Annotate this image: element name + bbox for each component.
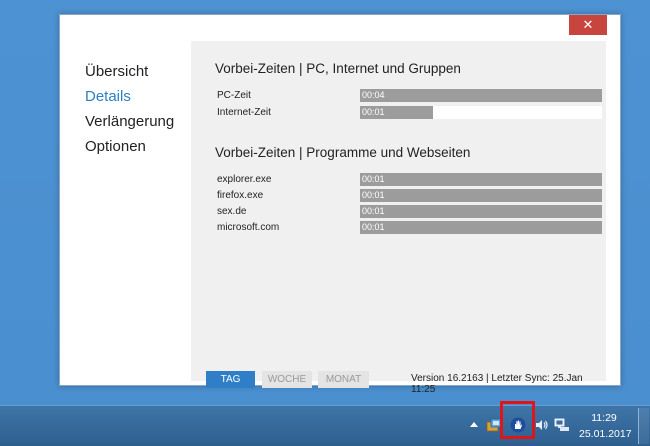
tab-day-button[interactable]: TAG: [206, 371, 255, 388]
nav-item-verlaengerung[interactable]: Verlängerung: [85, 109, 205, 134]
app-window: ✕ Übersicht Details Verlängerung Optione…: [59, 14, 621, 395]
row-label: Internet-Zeit: [217, 107, 271, 118]
usage-bar: 00:01: [360, 106, 602, 119]
row-label: firefox.exe: [217, 190, 264, 201]
show-hidden-icons-arrow-icon[interactable]: [470, 422, 478, 427]
row-label: sex.de: [217, 206, 247, 217]
usage-row-sex-de: sex.de 00:01: [217, 205, 602, 218]
clock-date[interactable]: 25.01.2017: [579, 428, 632, 440]
clock-time[interactable]: 11:29: [582, 412, 626, 424]
sidebar-nav: Übersicht Details Verlängerung Optionen: [85, 59, 205, 159]
tab-month-button[interactable]: MONAT: [318, 371, 369, 388]
bar-value: 00:01: [362, 190, 385, 200]
bar-value: 00:01: [362, 206, 385, 216]
usage-row-pc-time: PC-Zeit 00:04: [217, 89, 602, 102]
nav-item-optionen[interactable]: Optionen: [85, 134, 205, 159]
usage-bar: 00:01: [360, 189, 602, 202]
usage-bar: 00:04: [360, 89, 602, 102]
details-panel: Vorbei-Zeiten | PC, Internet und Gruppen…: [191, 41, 606, 395]
version-sync-info: Version 16.2163 | Letzter Sync: 25.Jan 1…: [411, 373, 583, 395]
speaker-icon[interactable]: [535, 418, 549, 437]
row-label: microsoft.com: [217, 222, 280, 233]
taskbar: 11:29 25.01.2017: [0, 405, 650, 446]
usage-bar: 00:01: [360, 205, 602, 218]
usage-row-internet-time: Internet-Zeit 00:01: [217, 106, 602, 119]
usage-row-firefox: firefox.exe 00:01: [217, 189, 602, 202]
highlight-annotation: [500, 401, 535, 439]
bar-value: 00:01: [362, 107, 385, 117]
tab-week-button[interactable]: WOCHE: [262, 371, 312, 388]
bar-value: 00:04: [362, 90, 385, 100]
close-button[interactable]: ✕: [569, 15, 607, 35]
row-label: explorer.exe: [217, 174, 272, 185]
usage-bar: 00:01: [360, 173, 602, 186]
usage-bar: 00:01: [360, 221, 602, 234]
section-title-programs: Vorbei-Zeiten | Programme und Webseiten: [215, 145, 471, 160]
show-desktop-button[interactable]: [638, 408, 649, 444]
row-label: PC-Zeit: [217, 90, 251, 101]
section-title-pc: Vorbei-Zeiten | PC, Internet und Gruppen: [215, 61, 461, 76]
bar-value: 00:01: [362, 222, 385, 232]
nav-item-uebersicht[interactable]: Übersicht: [85, 59, 205, 84]
usage-row-explorer: explorer.exe 00:01: [217, 173, 602, 186]
nav-item-details[interactable]: Details: [85, 84, 205, 109]
usage-row-microsoft: microsoft.com 00:01: [217, 221, 602, 234]
network-icon[interactable]: [554, 418, 570, 437]
bar-value: 00:01: [362, 174, 385, 184]
